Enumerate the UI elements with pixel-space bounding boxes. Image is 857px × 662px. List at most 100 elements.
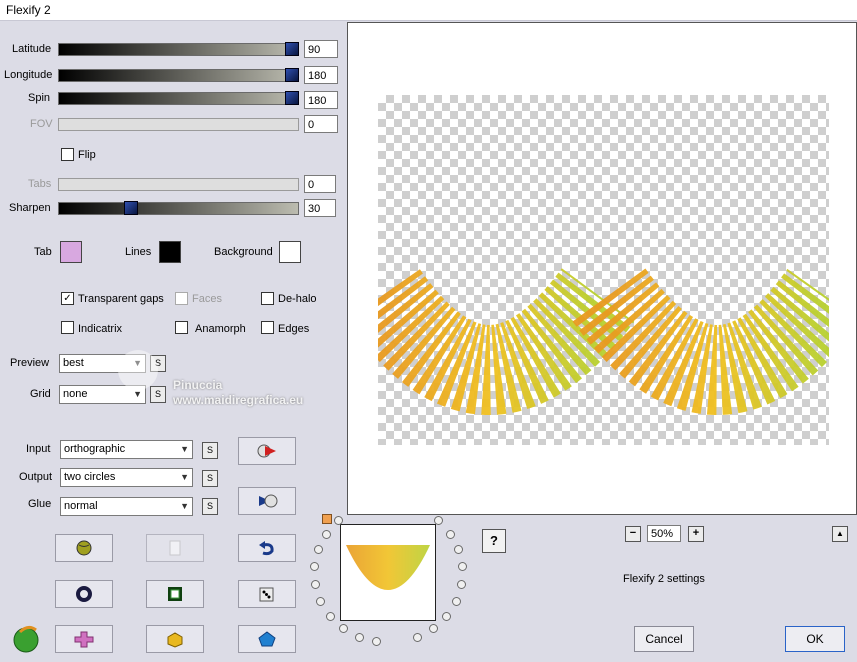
ring-dot[interactable] [434,516,444,526]
zoom-out-button[interactable]: − [625,526,641,542]
preview-panel[interactable] [346,22,857,515]
lines-color-swatch[interactable] [159,241,181,263]
longitude-slider[interactable] [58,69,299,82]
faces-label: Faces [192,293,222,305]
watermark-logo-icon [118,350,158,390]
input-s-button[interactable]: S [202,442,218,459]
output-select[interactable]: two circles ▼ [60,468,193,487]
ring-dot[interactable] [456,579,466,589]
longitude-input[interactable]: 180 [304,66,338,84]
blue-pentagon-icon [258,631,276,647]
glue-value: normal [64,500,98,512]
fov-input[interactable]: 0 [304,115,338,133]
latitude-slider[interactable] [58,43,299,56]
frame-button[interactable] [146,580,204,608]
nav-handle-icon[interactable] [322,514,332,524]
preview-canvas[interactable] [346,95,857,445]
flip-label: Flip [78,149,96,161]
sharpen-slider-thumb[interactable] [124,201,138,215]
output-label: Output [19,471,53,483]
edges-label: Edges [278,323,310,335]
latitude-input[interactable]: 90 [304,40,338,58]
spin-input[interactable]: 180 [304,91,338,109]
edges-checkbox[interactable] [261,321,274,334]
page-icon [169,540,181,556]
ring-dot[interactable] [429,623,439,633]
ring-dot[interactable] [313,545,323,555]
ring-dot[interactable] [457,562,467,572]
longitude-slider-thumb[interactable] [285,68,299,82]
ring-dot[interactable] [446,529,456,539]
thumbnail-image [346,545,430,590]
spin-slider[interactable] [58,92,299,105]
title-bar: Flexify 2 [0,0,857,21]
sharpen-label: Sharpen [9,202,51,214]
thumbnail-preview[interactable] [340,524,436,621]
ring-dot[interactable] [454,545,464,555]
anamorph-checkbox[interactable] [175,321,188,334]
play-forward-icon [257,444,276,458]
animate-button[interactable] [238,487,296,515]
background-color-swatch[interactable] [279,241,301,263]
app-logo-icon [10,624,42,654]
window-title: Flexify 2 [6,3,51,17]
preview-quality-value: best [63,357,84,369]
cube-button[interactable] [146,625,204,653]
faces-checkbox[interactable] [175,292,188,305]
ring-dot[interactable] [354,632,364,642]
glue-s-button[interactable]: S [202,498,218,515]
ring-dot[interactable] [338,623,348,633]
latitude-slider-thumb[interactable] [285,42,299,56]
spin-slider-thumb[interactable] [285,91,299,105]
glue-select[interactable]: normal ▼ [60,497,193,516]
ring-dot[interactable] [316,596,326,606]
cancel-button[interactable]: Cancel [634,626,694,652]
pink-cross-button[interactable] [55,625,113,653]
grid-s-button[interactable]: S [150,386,166,403]
ring-dot[interactable] [321,529,331,539]
tabs-input[interactable]: 0 [304,175,336,193]
ring-dot[interactable] [442,611,452,621]
randomize-button[interactable] [238,437,296,465]
input-value: orthographic [64,443,126,455]
grid-label: Grid [30,388,51,400]
flip-checkbox[interactable] [61,148,74,161]
sharpen-slider[interactable] [58,202,299,215]
fov-label: FOV [30,118,53,130]
ring-button[interactable] [55,580,113,608]
help-button[interactable]: ? [482,529,506,553]
transparent-gaps-checkbox[interactable]: ✓ [61,292,74,305]
zoom-level-input[interactable]: 50% [647,525,681,542]
lines-color-label: Lines [125,246,152,258]
ring-icon [76,586,92,602]
copy-button[interactable] [146,534,204,562]
collapse-button[interactable]: ▲ [832,526,848,542]
tab-color-swatch[interactable] [60,241,82,263]
left-fan-shape [346,267,635,415]
input-select[interactable]: orthographic ▼ [60,440,193,459]
dice-icon [259,587,274,602]
ring-dot[interactable] [325,611,335,621]
random-dice-button[interactable] [238,580,296,608]
pentagon-button[interactable] [238,625,296,653]
glue-label: Glue [28,498,52,510]
ring-dot[interactable] [372,637,382,647]
ok-button[interactable]: OK [785,626,845,652]
tabs-label: Tabs [28,178,52,190]
ring-dot[interactable] [310,562,320,572]
de-halo-checkbox[interactable] [261,292,274,305]
tabs-slider[interactable] [58,178,299,191]
indicatrix-checkbox[interactable] [61,321,74,334]
gold-cube-icon [167,632,183,648]
preview-quality-label: Preview [10,357,50,369]
ring-dot[interactable] [413,632,423,642]
undo-button[interactable] [238,534,296,562]
output-s-button[interactable]: S [202,470,218,487]
watermark-url: www.maidiregrafica.eu [173,393,304,407]
zoom-in-button[interactable]: + [688,526,704,542]
open-settings-button[interactable] [55,534,113,562]
fov-slider[interactable] [58,118,299,131]
sharpen-input[interactable]: 30 [304,199,336,217]
ring-dot[interactable] [311,579,321,589]
ring-dot[interactable] [451,596,461,606]
